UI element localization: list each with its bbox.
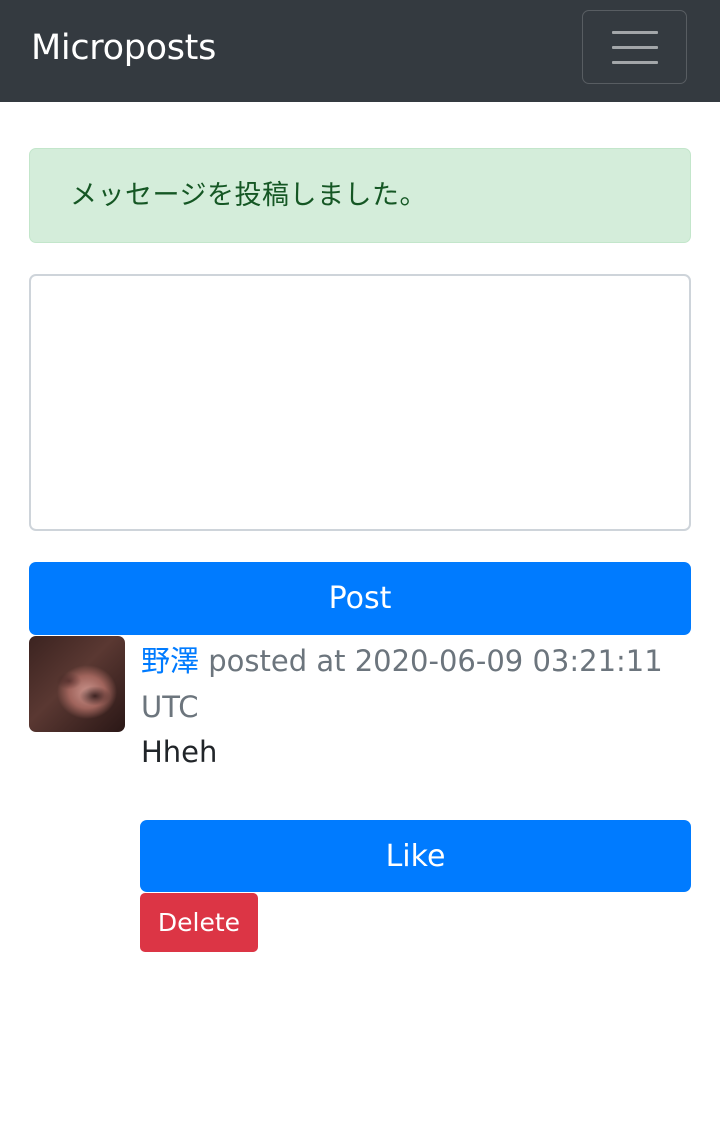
micropost-content: Hheh	[141, 735, 218, 769]
delete-button[interactable]: Delete	[140, 893, 258, 952]
post-button[interactable]: Post	[29, 562, 691, 635]
navbar: Microposts	[0, 0, 720, 102]
navbar-brand[interactable]: Microposts	[31, 26, 216, 70]
micropost-content-input[interactable]	[29, 274, 691, 531]
user-name-link[interactable]: 野澤	[141, 644, 199, 678]
micropost-meta: 野澤 posted at 2020-06-09 03:21:11 UTC	[141, 638, 691, 730]
success-alert: メッセージを投稿しました。	[29, 148, 691, 243]
alert-message: メッセージを投稿しました。	[70, 180, 427, 211]
user-avatar[interactable]	[29, 636, 125, 732]
navbar-toggler-button[interactable]	[582, 10, 687, 84]
like-button[interactable]: Like	[140, 820, 691, 892]
posted-at-text: posted at 2020-06-09 03:21:11 UTC	[141, 644, 663, 724]
